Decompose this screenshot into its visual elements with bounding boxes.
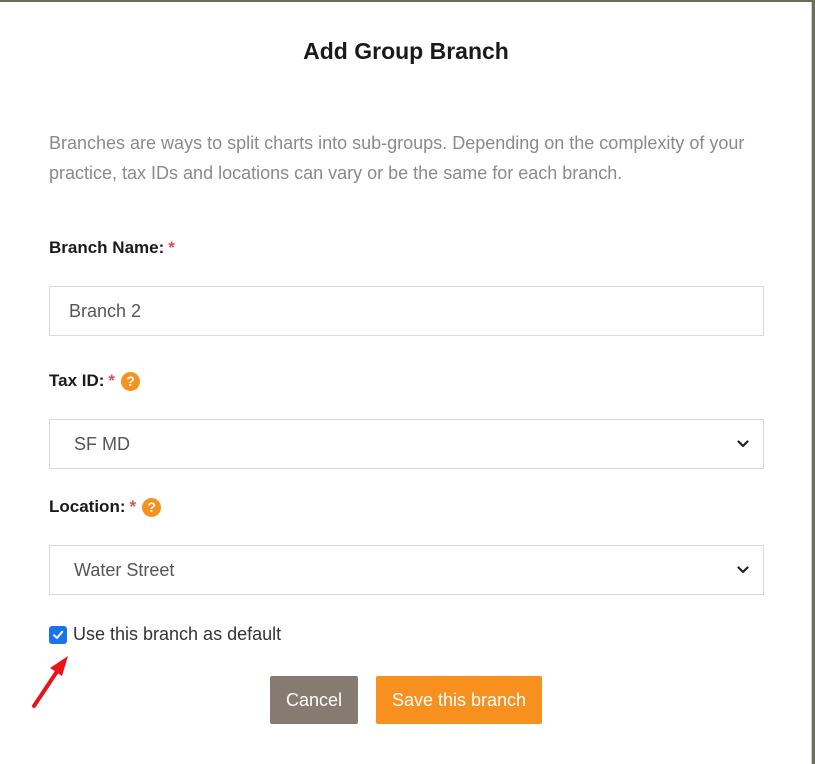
dialog-title: Add Group Branch (303, 38, 509, 64)
add-branch-dialog: Add Group Branch Branches are ways to sp… (0, 2, 812, 764)
location-label-text: Location: (49, 497, 126, 516)
branch-name-label: Branch Name: * (49, 238, 175, 258)
help-icon[interactable]: ? (142, 497, 162, 517)
cancel-button[interactable]: Cancel (270, 676, 358, 724)
chevron-down-icon (737, 566, 749, 574)
default-branch-label[interactable]: Use this branch as default (73, 624, 281, 645)
save-branch-button[interactable]: Save this branch (376, 676, 542, 724)
default-branch-checkbox[interactable] (49, 625, 67, 644)
required-mark: * (168, 238, 175, 257)
help-icon[interactable]: ? (121, 371, 141, 391)
location-selected-value: Water Street (74, 560, 175, 580)
branch-name-label-text: Branch Name: (49, 238, 165, 257)
dialog-description: Branches are ways to split charts into s… (49, 133, 745, 183)
tax-id-label: Tax ID: * ? (49, 371, 141, 391)
location-select[interactable]: Water Street (49, 545, 764, 595)
location-label: Location: * ? (49, 497, 162, 517)
checkmark-icon (53, 630, 64, 639)
tax-id-selected-value: SF MD (74, 434, 130, 454)
tax-id-select[interactable]: SF MD (49, 419, 764, 469)
branch-name-input[interactable] (50, 287, 763, 335)
branch-name-field[interactable] (49, 286, 764, 336)
annotation-arrow-icon (32, 656, 68, 708)
required-mark: * (108, 371, 116, 390)
chevron-down-icon (737, 440, 749, 448)
required-mark: * (129, 497, 137, 516)
default-branch-option[interactable]: Use this branch as default (49, 624, 281, 645)
tax-id-label-text: Tax ID: (49, 371, 105, 390)
